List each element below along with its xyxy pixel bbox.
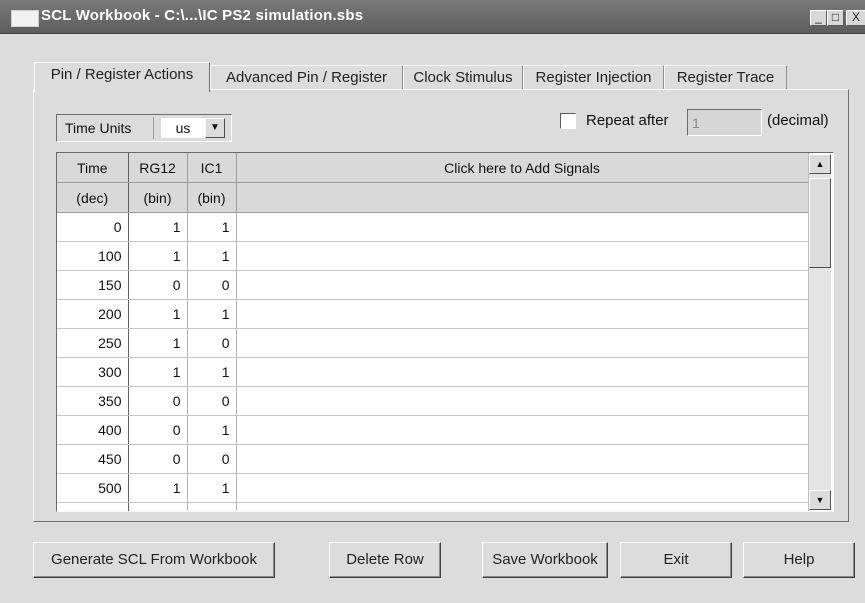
column-header-rg12[interactable]: RG12 [128,153,188,183]
rg12-cell[interactable]: 1 [128,212,188,242]
rg12-cell[interactable]: 1 [128,328,188,358]
time-units-label: Time Units [65,120,132,136]
rg12-cell[interactable]: 0 [128,415,188,445]
rg12-cell[interactable]: 1 [128,299,188,329]
title-bar: SCL Workbook - C:\...\IC PS2 simulation.… [0,0,865,34]
repeat-units-label: (decimal) [767,112,829,129]
ic1-cell[interactable]: 0 [187,328,237,358]
time-cell[interactable]: 500 [57,473,129,503]
ic1-cell[interactable]: 1 [187,299,237,329]
table-row[interactable]: 450 0 0 [57,444,809,474]
time-cell[interactable]: 150 [57,270,129,300]
empty-cell[interactable] [236,270,809,300]
add-signals-header[interactable]: Click here to Add Signals [236,153,809,183]
ic1-cell[interactable]: 0 [187,386,237,416]
exit-button[interactable]: Exit [620,542,732,578]
rg12-cell[interactable]: 0 [128,386,188,416]
table-row[interactable]: 400 0 1 [57,415,809,445]
column-header-time[interactable]: Time [57,153,129,183]
empty-cell[interactable] [236,212,809,242]
app-icon [11,10,39,27]
rg12-cell[interactable]: 0 [128,444,188,474]
repeat-checkbox[interactable] [560,113,576,129]
tab-advanced-pin-register[interactable]: Advanced Pin / Register [210,65,403,90]
ic1-cell[interactable]: 0 [187,502,237,511]
window-title: SCL Workbook - C:\...\IC PS2 simulation.… [41,7,364,24]
rg12-cell[interactable]: 1 [128,357,188,387]
time-cell[interactable]: 250 [57,328,129,358]
column-format-rg12: (bin) [128,182,188,213]
empty-format-header [236,182,809,213]
scrollbar-thumb[interactable] [809,178,831,268]
chevron-down-icon[interactable]: ▼ [205,118,225,138]
time-cell[interactable]: 200 [57,299,129,329]
delete-row-button[interactable]: Delete Row [329,542,441,578]
table-row[interactable]: 011 [57,212,809,242]
ic1-cell[interactable]: 1 [187,357,237,387]
empty-cell[interactable] [236,415,809,445]
scroll-up-icon[interactable]: ▲ [809,154,831,174]
maximize-button[interactable]: □ [827,10,844,26]
rg12-cell[interactable]: 1 [128,502,188,511]
empty-cell[interactable] [236,386,809,416]
table-row[interactable]: 250 1 0 [57,328,809,358]
empty-cell[interactable] [236,444,809,474]
tab-pin-register-actions[interactable]: Pin / Register Actions [34,62,210,92]
time-units-group: Time Units us ▼ [56,114,232,142]
signal-table: Time RG12 IC1 Click here to Add Signals … [57,153,809,511]
tab-register-trace[interactable]: Register Trace [664,65,787,90]
scroll-down-icon[interactable]: ▼ [809,490,831,510]
table-row[interactable]: 300 1 1 [57,357,809,387]
time-units-divider [153,117,154,139]
ic1-cell[interactable]: 0 [187,270,237,300]
time-cell[interactable]: 450 [57,444,129,474]
empty-cell[interactable] [236,357,809,387]
ic1-cell[interactable]: 1 [187,473,237,503]
empty-cell[interactable] [236,299,809,329]
time-cell[interactable]: 400 [57,415,129,445]
column-format-time: (dec) [57,182,129,213]
time-cell[interactable]: 350 [57,386,129,416]
empty-cell[interactable] [236,473,809,503]
vertical-scrollbar[interactable]: ▲ ▼ [808,154,831,510]
table-row[interactable]: 100 1 1 [57,241,809,271]
empty-cell[interactable] [236,502,809,511]
ic1-cell[interactable]: 1 [187,241,237,271]
table-row[interactable]: 500 1 1 [57,473,809,503]
signal-grid: Time RG12 IC1 Click here to Add Signals … [56,152,834,512]
rg12-cell[interactable]: 0 [128,270,188,300]
repeat-input[interactable] [687,109,762,136]
table-row[interactable]: 350 0 0 [57,386,809,416]
time-cell[interactable]: 550 [57,502,129,511]
ic1-cell[interactable]: 1 [187,212,237,242]
column-format-ic1: (bin) [187,182,237,213]
minimize-button[interactable]: _ [810,10,827,26]
empty-cell[interactable] [236,241,809,271]
empty-cell[interactable] [236,328,809,358]
generate-scl-button[interactable]: Generate SCL From Workbook [33,542,275,578]
table-row[interactable]: 150 0 0 [57,270,809,300]
table-row[interactable]: 200 1 1 [57,299,809,329]
table-row[interactable]: 55010 [57,502,809,511]
time-cell[interactable]: 100 [57,241,129,271]
tab-register-injection[interactable]: Register Injection [523,65,664,90]
tab-clock-stimulus[interactable]: Clock Stimulus [403,65,523,90]
column-header-ic1[interactable]: IC1 [187,153,237,183]
close-button[interactable]: X [846,10,865,26]
rg12-cell[interactable]: 1 [128,241,188,271]
save-workbook-button[interactable]: Save Workbook [482,542,608,578]
repeat-label: Repeat after [586,112,669,129]
ic1-cell[interactable]: 1 [187,415,237,445]
time-cell[interactable]: 300 [57,357,129,387]
rg12-cell[interactable]: 1 [128,473,188,503]
ic1-cell[interactable]: 0 [187,444,237,474]
help-button[interactable]: Help [743,542,855,578]
time-cell[interactable]: 0 [57,212,129,242]
